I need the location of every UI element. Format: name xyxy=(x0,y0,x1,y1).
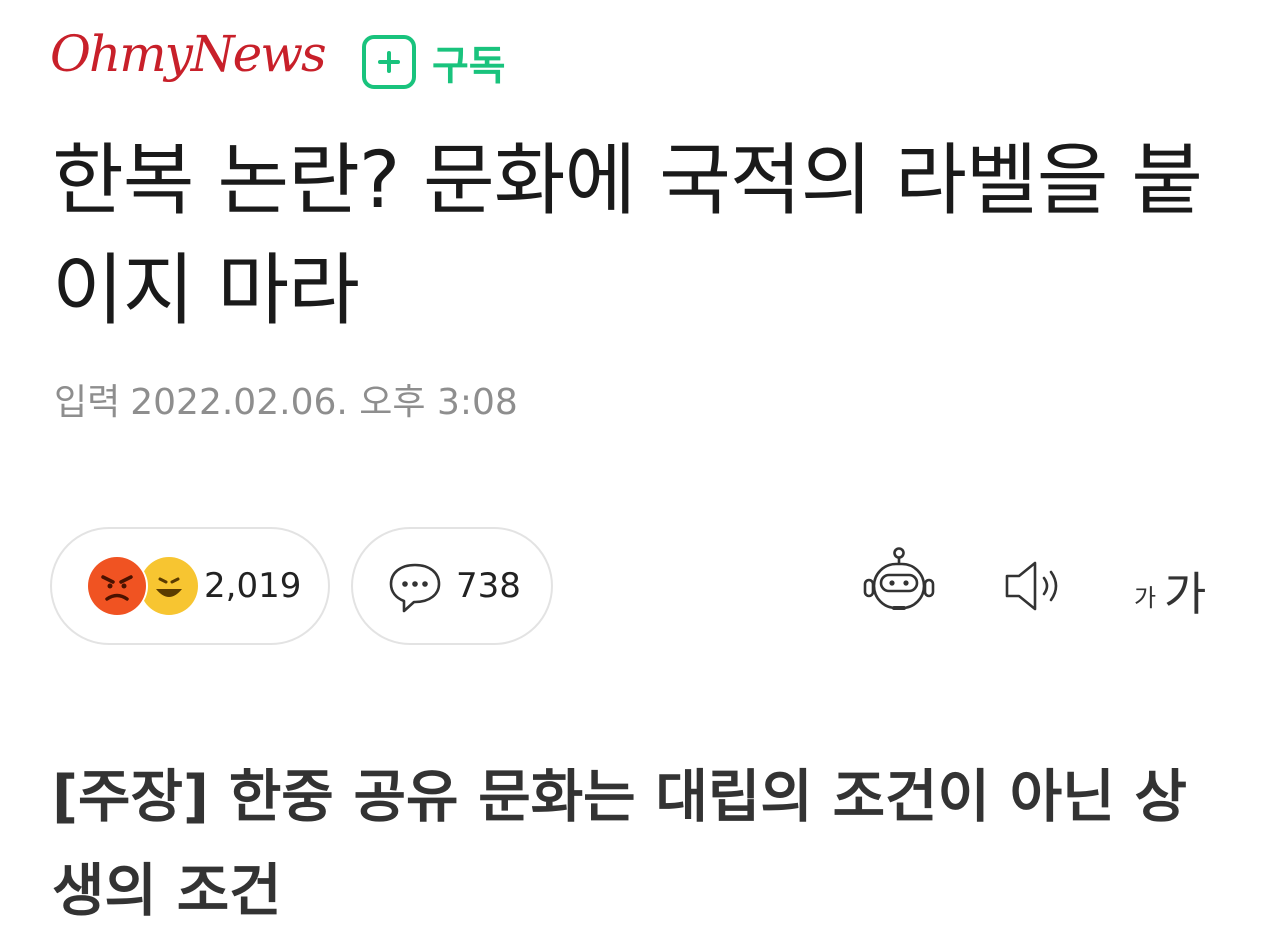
laughing-emoji-icon xyxy=(140,557,198,615)
article-title: 한복 논란? 문화에 국적의 라벨을 붙이지 마라 xyxy=(52,136,1203,336)
text-to-speech-button[interactable] xyxy=(1002,558,1068,614)
comment-count: 738 xyxy=(456,566,521,606)
subscribe-label: 구독 xyxy=(432,43,506,89)
speaker-icon xyxy=(1005,561,1058,611)
reaction-count: 2,019 xyxy=(204,566,302,606)
ohmynews-logo[interactable]: OhmyNews xyxy=(50,22,327,86)
date-label: 입력 xyxy=(54,382,121,423)
reaction-button[interactable]: 2,019 xyxy=(50,527,330,645)
comment-button[interactable]: 738 xyxy=(351,527,553,645)
summary-bot-button[interactable] xyxy=(862,546,936,618)
article-subtitle: [주장] 한중 공유 문화는 대립의 조건이 아닌 상생의 조건 xyxy=(52,764,1187,924)
font-size-small-glyph: 가 xyxy=(1134,584,1157,612)
angry-emoji-icon xyxy=(88,557,146,615)
press-header: OhmyNews 구독 xyxy=(50,22,750,98)
date-value: 2022.02.06. 오후 3:08 xyxy=(130,382,518,423)
font-size-button[interactable]: 가 가 xyxy=(1134,556,1214,621)
subscribe-button[interactable]: 구독 xyxy=(362,30,506,94)
plus-icon xyxy=(362,35,416,89)
font-size-large-glyph: 가 xyxy=(1164,567,1207,621)
robot-icon xyxy=(863,547,935,610)
publish-date: 입력 2022.02.06. 오후 3:08 xyxy=(54,378,518,428)
speech-bubble-icon xyxy=(387,559,443,619)
